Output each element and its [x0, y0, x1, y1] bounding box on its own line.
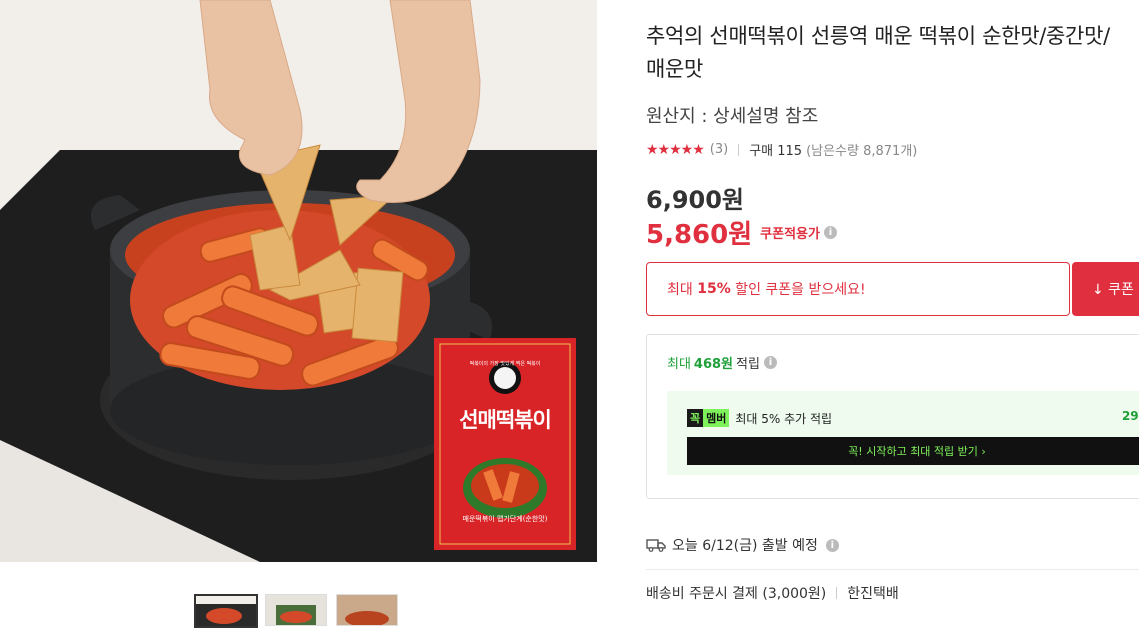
membership-text: 최대 5% 추가 적립 — [735, 411, 833, 426]
shipping-dispatch-row: 오늘 6/12(금) 출발 예정 i — [646, 535, 839, 555]
coupon-percent: 15% — [697, 281, 731, 297]
star-rating[interactable]: ★★★★★ — [646, 142, 705, 158]
coupon-text-suffix: 할인 쿠폰을 받으세요! — [730, 282, 866, 298]
points-amount: 468원 — [693, 357, 734, 372]
dispatch-date: 오늘 6/12(금) 출발 예정 — [672, 538, 818, 554]
product-title: 추억의 선매떡볶이 선릉역 매운 떡볶이 순한맛/중간맛/매운맛 — [646, 24, 1110, 81]
divider — [646, 569, 1139, 570]
package-brand: 선매떡볶이 — [459, 408, 552, 432]
divider — [836, 587, 838, 599]
original-price: 6,900원 — [646, 186, 744, 214]
membership-cta-button[interactable]: 꼭! 시작하고 최대 적립 받기 › — [687, 437, 1139, 465]
package-tagline: 매운떡볶이 맵기단계(순한맛) — [462, 515, 548, 523]
membership-amount: 293 — [1121, 409, 1139, 423]
thumbnail-image — [196, 596, 256, 626]
purchase-count: 구매 115 — [749, 144, 803, 159]
thumbnail-image — [337, 595, 397, 625]
shipping-fee-row: 배송비 주문시 결제 (3,000원) 한진택배 — [646, 583, 899, 603]
points-panel: 최대 468원 적립 i 꼭 멤버 최대 5% 추가 적립 293 꼭! 시작하… — [646, 334, 1139, 499]
membership-badge-b: 멤버 — [703, 409, 730, 427]
thumbnail-image — [266, 595, 326, 625]
info-icon[interactable]: i — [823, 226, 837, 239]
package: 떡볶이의 가장 맛있게 찍은 떡볶이 선매떡볶이 매운떡볶이 맵기단계(순한맛) — [434, 338, 576, 550]
points-prefix: 최대 — [667, 357, 691, 372]
thumbnail-1[interactable] — [194, 594, 258, 628]
product-origin: 원산지 : 상세설명 참조 — [646, 106, 819, 127]
info-icon[interactable]: i — [825, 538, 839, 552]
points-header: 최대 468원 적립 i — [667, 353, 777, 372]
membership-box: 꼭 멤버 최대 5% 추가 적립 293 꼭! 시작하고 최대 적립 받기 › — [667, 391, 1139, 475]
coupon-download-button[interactable]: ↓ 쿠폰 — [1072, 262, 1139, 316]
truck-icon — [646, 539, 666, 552]
review-count[interactable]: (3) — [710, 142, 728, 157]
sale-price: 5,860원 — [646, 220, 753, 250]
product-main-image[interactable]: 떡볶이의 가장 맛있게 찍은 떡볶이 선매떡볶이 매운떡볶이 맵기단계(순한맛) — [0, 0, 597, 562]
membership-badge-a: 꼭 — [687, 409, 704, 427]
remaining-stock: (남은수량 8,871개) — [806, 144, 918, 159]
thumbnail-2[interactable] — [265, 594, 327, 626]
thumbnail-3[interactable] — [336, 594, 398, 626]
thumbnail-strip — [0, 562, 597, 628]
rating-row: ★★★★★ (3) 구매 115 (남은수량 8,871개) — [646, 140, 918, 160]
info-icon[interactable]: i — [763, 356, 777, 369]
shipping-carrier: 한진택배 — [847, 586, 899, 602]
product-info: 추억의 선매떡볶이 선릉역 매운 떡볶이 순한맛/중간맛/매운맛 원산지 : 상… — [597, 0, 1139, 615]
sale-price-row: 5,860원 쿠폰적용가 i — [646, 214, 837, 251]
shipping-fee: 배송비 주문시 결제 (3,000원) — [646, 586, 827, 602]
divider — [738, 143, 740, 156]
package-small-text: 떡볶이의 가장 맛있게 찍은 떡볶이 — [469, 361, 541, 367]
membership-row: 꼭 멤버 최대 5% 추가 적립 — [687, 409, 832, 427]
coupon-price-label: 쿠폰적용가 — [760, 227, 820, 242]
coupon-text-prefix: 최대 — [667, 282, 698, 298]
points-suffix: 적립 — [736, 357, 760, 372]
coupon-banner[interactable]: 최대 15% 할인 쿠폰을 받으세요! — [646, 262, 1070, 316]
